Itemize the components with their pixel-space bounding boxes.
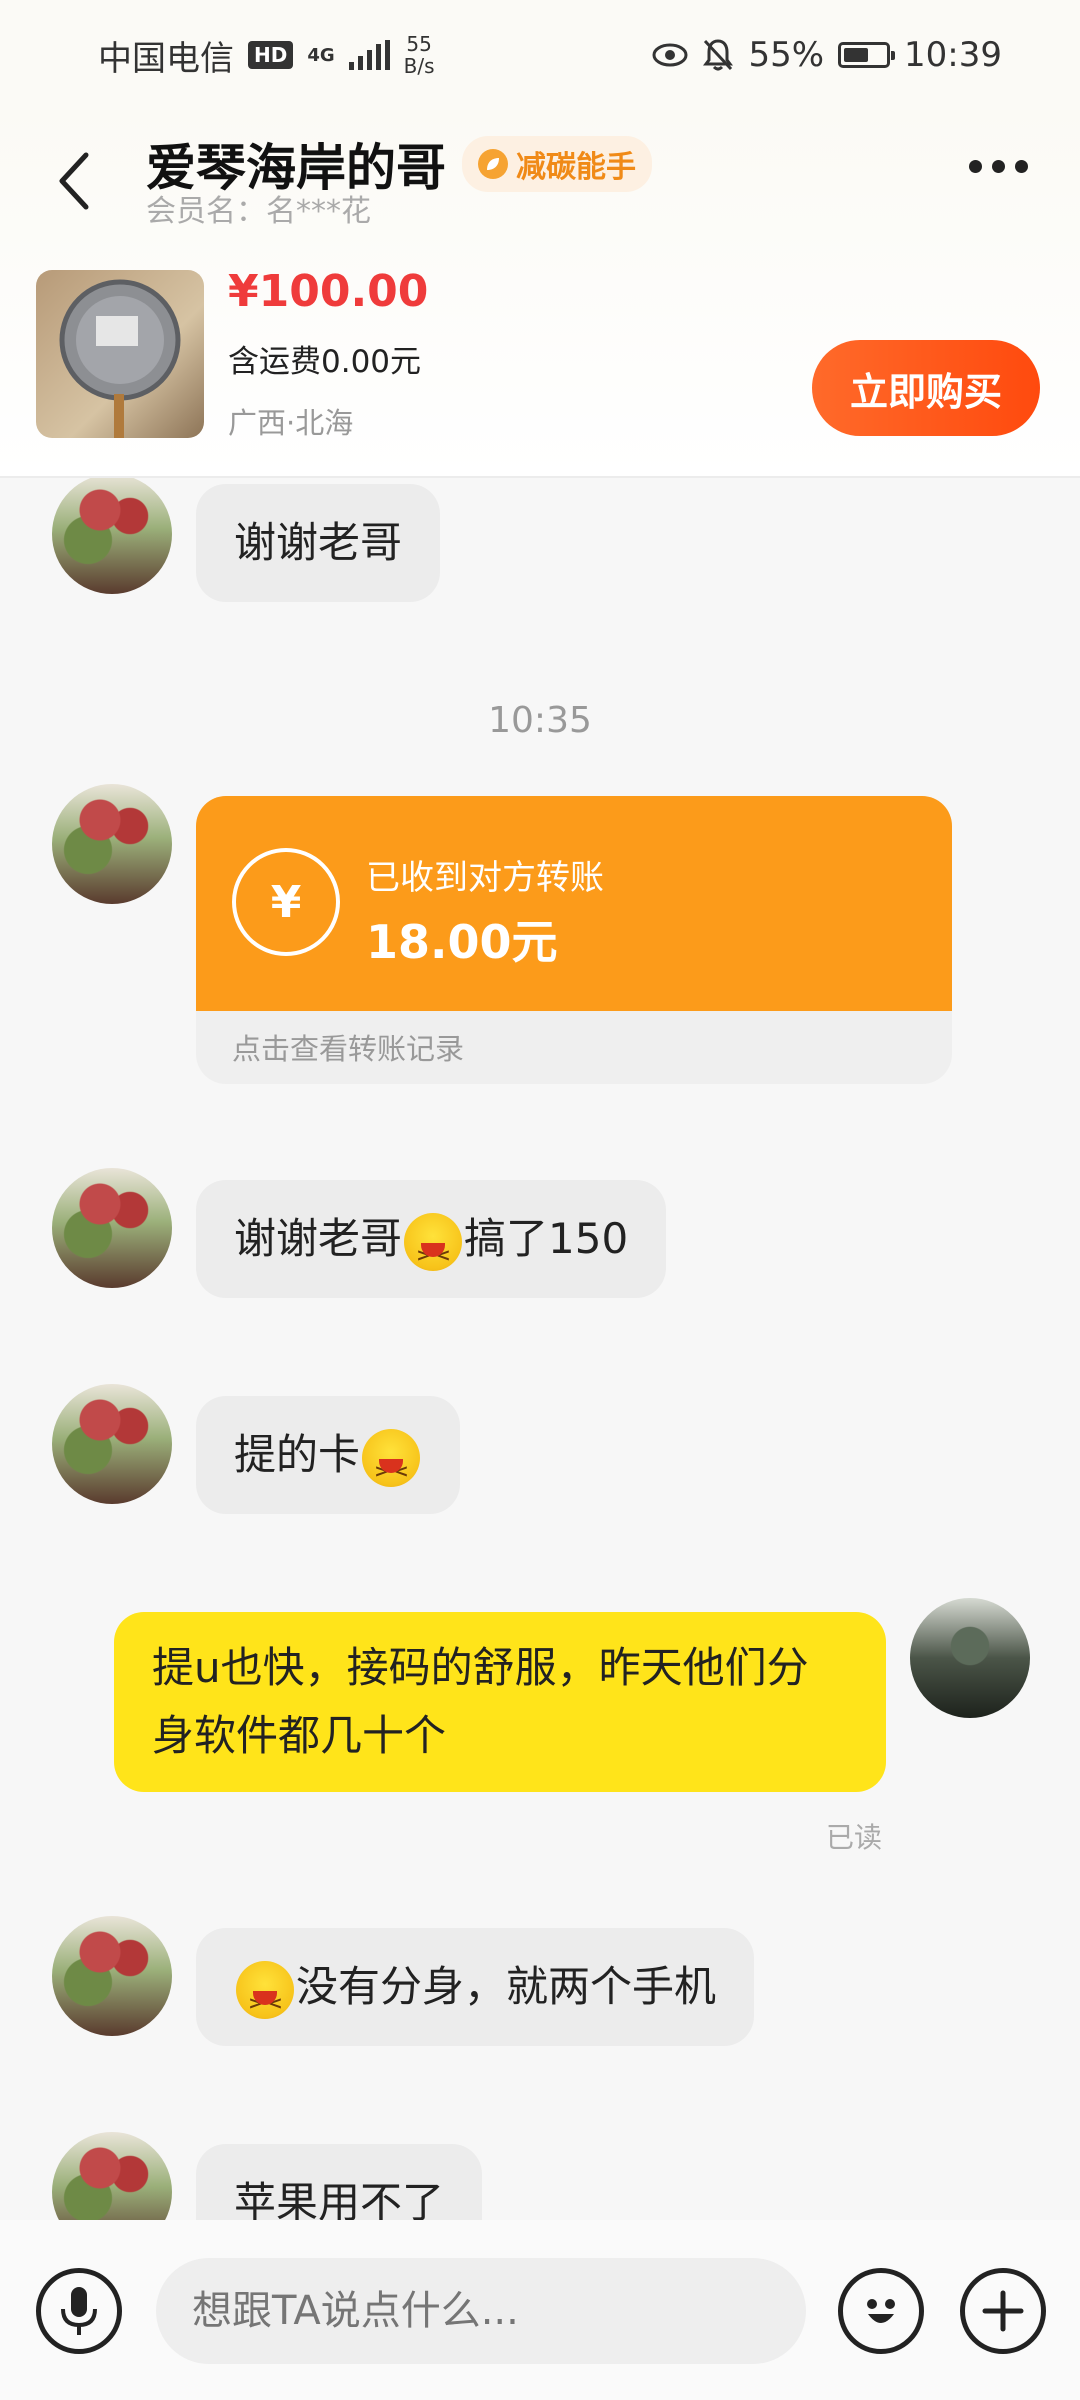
more-button[interactable] [969, 160, 1028, 173]
status-left: 中国电信 HD 4G 55 B/s [98, 31, 435, 80]
laughing-emoji-icon [404, 1212, 463, 1289]
message-input[interactable] [156, 2258, 806, 2364]
member-name: 会员名：名***花 [146, 194, 371, 229]
transfer-amount: 18.00元 [366, 915, 558, 969]
transfer-label: 已收到对方转账 [366, 858, 604, 898]
voice-button[interactable] [36, 2268, 122, 2354]
bell-muted-icon [703, 39, 734, 71]
message-bubble[interactable]: 没有分身，就两个手机 [196, 1928, 755, 2046]
carrier-label: 中国电信 [98, 38, 234, 79]
chevron-left-icon [59, 152, 89, 210]
message-text: 谢谢老哥 [234, 1214, 403, 1263]
status-bar: 中国电信 HD 4G 55 B/s 55% 10:39 [0, 0, 1080, 110]
add-button[interactable] [960, 2268, 1046, 2354]
avatar[interactable] [52, 2132, 172, 2220]
hd-icon: HD [248, 41, 294, 69]
emoji-button[interactable] [838, 2268, 924, 2354]
avatar[interactable] [52, 1168, 172, 1288]
input-bar [0, 2220, 1080, 2400]
product-image[interactable] [36, 270, 204, 438]
eye-icon [652, 43, 688, 67]
transfer-card[interactable]: ¥ 已收到对方转账 18.00元 点击查看转账记录 [196, 796, 952, 1084]
network-speed: 55 B/s [403, 32, 435, 78]
message-bubble[interactable]: 苹果用不了 [196, 2144, 483, 2220]
read-status: 已读 [826, 1821, 883, 1854]
laughing-emoji-icon [236, 1960, 294, 2037]
yuan-exchange-icon: ¥ [232, 848, 340, 956]
message-text: 提的卡 [234, 1430, 361, 1479]
message-bubble[interactable]: 提的卡 [196, 1396, 461, 1514]
chat-header: 爱琴海岸的哥 减碳能手 会员名：名***花 ¥100.00 含运费0.00元 广… [0, 110, 1080, 478]
battery-percent: 55% [748, 35, 825, 75]
message-bubble[interactable]: 谢谢老哥 [196, 484, 441, 602]
plus-icon [982, 2290, 1024, 2332]
transfer-record-link[interactable]: 点击查看转账记录 [232, 1026, 464, 1068]
message-text: 没有分身，就两个手机 [296, 1962, 717, 2011]
badge-label: 减碳能手 [516, 150, 636, 185]
buy-now-button[interactable]: 立即购买 [812, 340, 1040, 436]
microphone-icon [61, 2287, 97, 2335]
carbon-badge[interactable]: 减碳能手 [462, 136, 652, 192]
message-timestamp: 10:35 [488, 700, 592, 741]
back-button[interactable] [44, 136, 104, 226]
message-text: 搞了150 [464, 1214, 629, 1263]
network-type: 4G [307, 44, 335, 66]
avatar[interactable] [52, 1916, 172, 2036]
product-location: 广西·北海 [228, 406, 354, 440]
shipping-fee: 含运费0.00元 [228, 344, 422, 380]
avatar[interactable] [52, 1384, 172, 1504]
message-bubble[interactable]: 谢谢老哥 搞了150 [196, 1180, 667, 1298]
avatar[interactable] [52, 784, 172, 904]
status-right: 55% 10:39 [652, 35, 1002, 75]
my-avatar[interactable] [910, 1598, 1030, 1718]
signal-icon [348, 40, 390, 70]
avatar[interactable] [52, 478, 172, 594]
battery-icon [838, 42, 896, 68]
smiley-icon [867, 2299, 895, 2323]
laughing-emoji-icon [362, 1428, 421, 1505]
leaf-icon [478, 149, 508, 179]
my-message-bubble[interactable]: 提u也快，接码的舒服，昨天他们分身软件都几十个 [114, 1612, 886, 1792]
product-price: ¥100.00 [228, 266, 429, 317]
clock: 10:39 [904, 35, 1002, 75]
chat-area[interactable]: 谢谢老哥 10:35 ¥ 已收到对方转账 18.00元 点击查看转账记录 谢谢老… [0, 478, 1080, 2220]
